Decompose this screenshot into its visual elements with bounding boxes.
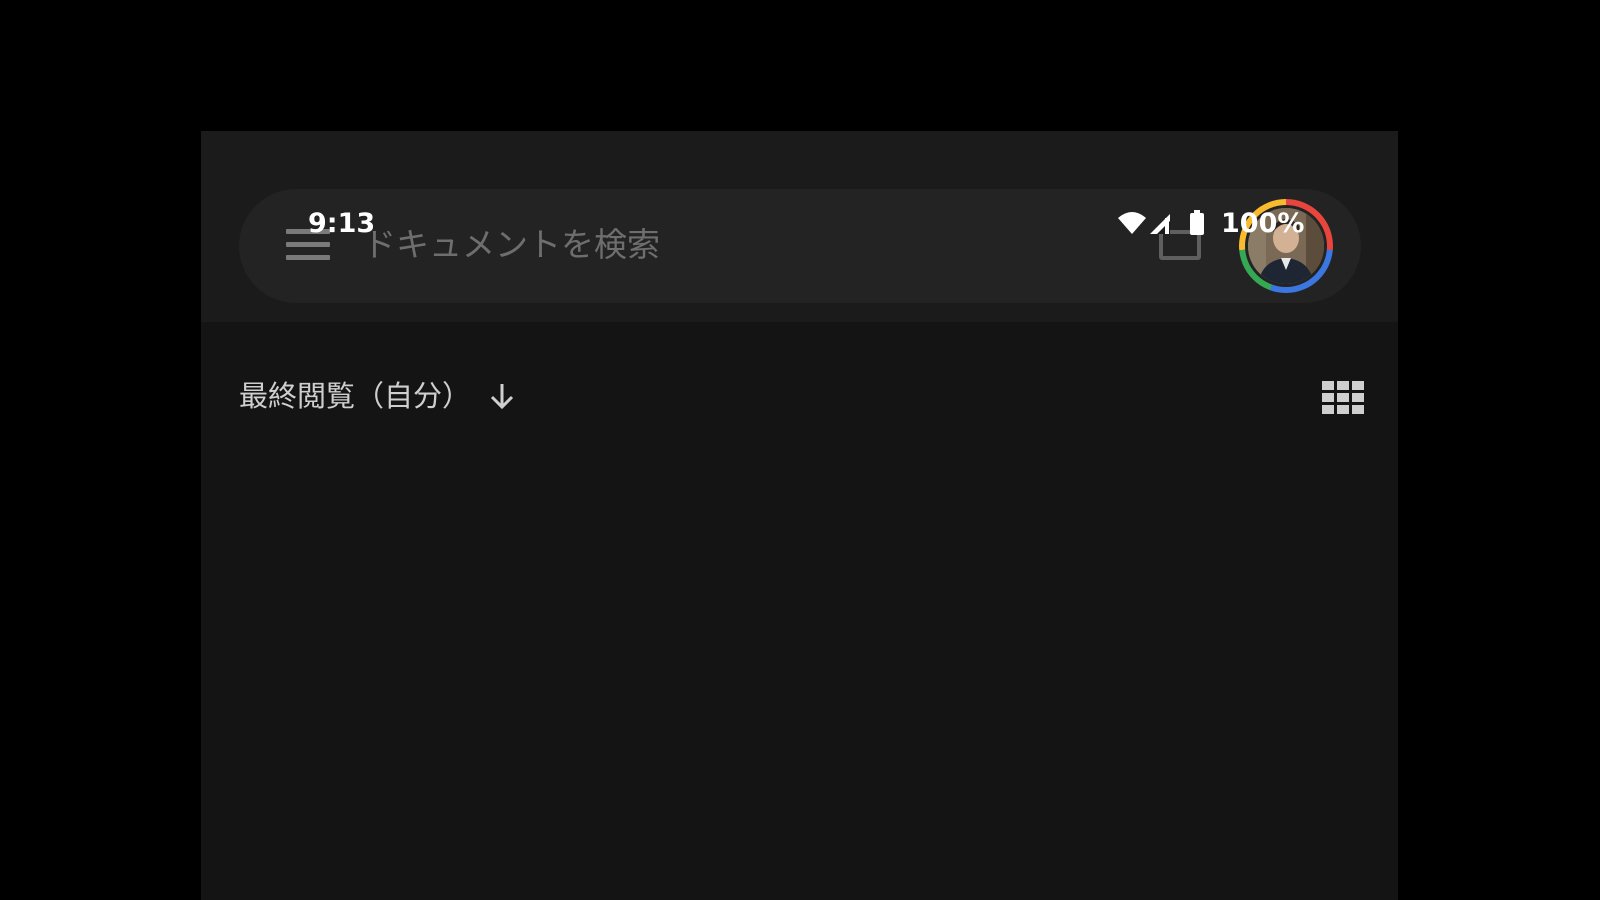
search-bar[interactable]: ドキュメントを検索 [239, 189, 1361, 303]
app-window: ドキュメントを検索 最終閲覧（自分） [201, 131, 1398, 900]
status-icons [1118, 210, 1204, 235]
sort-label[interactable]: 最終閲覧（自分） [239, 374, 471, 418]
battery-icon [1190, 210, 1204, 235]
arrow-down-icon[interactable] [486, 380, 518, 412]
search-placeholder[interactable]: ドキュメントを検索 [363, 223, 660, 267]
grid-view-icon[interactable] [1322, 381, 1365, 415]
app-bar: ドキュメントを検索 [201, 131, 1398, 322]
battery-percent: 100% [1221, 208, 1305, 239]
signal-icon [1150, 214, 1170, 234]
status-time: 9:13 [308, 208, 376, 239]
wifi-icon [1118, 212, 1146, 234]
